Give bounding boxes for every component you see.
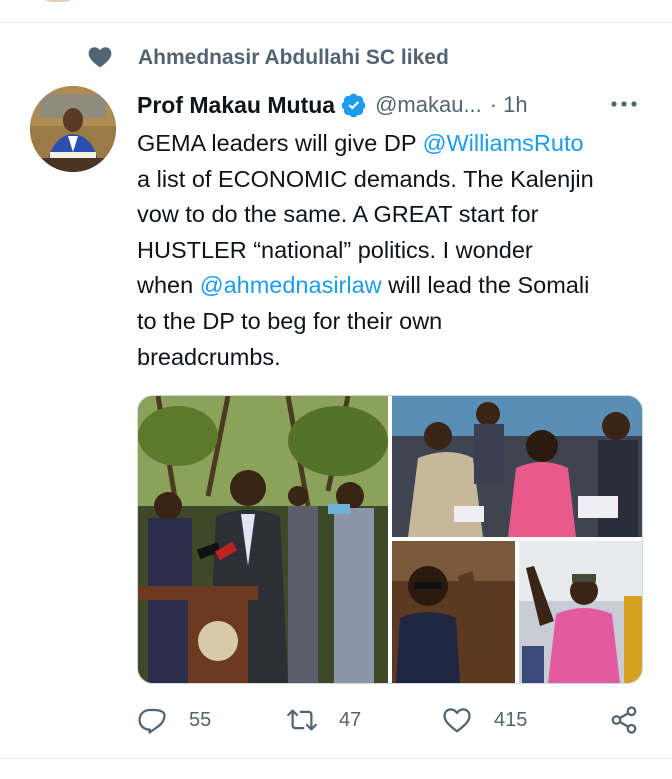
retweet-icon [287,709,317,731]
media-grid[interactable] [137,395,643,684]
author-name[interactable]: Prof Makau Mutua [137,92,335,119]
tweet-actions: 55 47 415 [137,700,647,740]
author-handle[interactable]: @makau... [375,92,482,118]
media-photo-3[interactable] [392,541,515,683]
verified-badge-icon [341,93,366,118]
divider [0,758,672,759]
share-button[interactable] [609,700,639,740]
media-photo-1[interactable] [138,396,388,683]
tweet-text-segment: GEMA leaders will give DP [137,130,423,156]
reply-button[interactable]: 55 [137,700,211,740]
media-photo-4[interactable] [519,541,642,683]
reply-count: 55 [189,708,212,731]
like-count: 415 [494,708,528,731]
retweet-count: 47 [339,708,362,731]
separator-dot: · [489,92,498,117]
avatar[interactable] [30,86,116,172]
tweet-text: GEMA leaders will give DP @WilliamsRuto … [137,126,657,375]
mention-link[interactable]: @WilliamsRuto [423,130,584,156]
retweet-button[interactable]: 47 [287,700,361,740]
heart-outline-icon [443,708,471,733]
media-photo-2[interactable] [392,396,642,537]
like-button[interactable]: 415 [442,700,527,740]
heart-icon [88,47,112,68]
previous-tweet-edge [0,0,672,23]
share-icon [611,706,637,734]
timestamp[interactable]: 1h [503,92,527,118]
mention-link[interactable]: @ahmednasirlaw [200,272,382,298]
social-context-text: Ahmednasir Abdullahi SC liked [138,46,449,69]
tweet-header: Prof Makau Mutua @makau... · 1h [137,88,647,122]
previous-avatar-edge [36,0,80,2]
more-options-icon[interactable] [609,92,639,116]
reply-icon [138,708,166,734]
